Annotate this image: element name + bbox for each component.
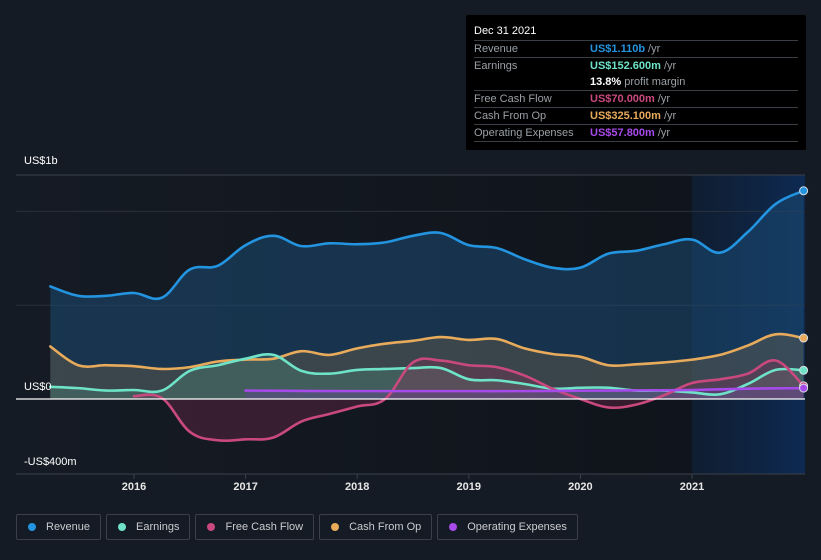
tooltip-value: US$325.100m: [590, 110, 661, 122]
tooltip-label: Operating Expenses: [474, 127, 574, 139]
legend-item-earnings[interactable]: Earnings: [106, 514, 191, 540]
tooltip-unit: /yr: [657, 93, 671, 105]
legend-dot-icon: [449, 523, 458, 531]
tooltip: Dec 31 2021 Revenue US$1.110b /yr Earnin…: [466, 15, 806, 150]
tooltip-value: US$57.800m: [590, 127, 655, 139]
legend-dot-icon: [28, 523, 36, 531]
profit-margin-label: profit margin: [624, 76, 686, 88]
legend-label: Cash From Op: [349, 521, 422, 533]
cash-from-op-end-point[interactable]: [799, 333, 809, 343]
x-tick-label: 2019: [456, 481, 482, 493]
tooltip-unit: /yr: [648, 43, 661, 55]
tooltip-label: Revenue: [474, 43, 519, 55]
x-tick-label: 2017: [233, 481, 258, 493]
tooltip-row-fcf: Free Cash Flow US$70.000m /yr: [474, 91, 798, 108]
legend-dot-icon: [331, 523, 340, 531]
legend-label: Earnings: [136, 521, 180, 533]
profit-margin-value: 13.8%: [590, 76, 622, 88]
legend-item-operating-expenses[interactable]: Operating Expenses: [437, 514, 578, 540]
revenue-end-point[interactable]: [799, 186, 809, 196]
x-tick-label: 2016: [121, 481, 147, 493]
tooltip-row-opex: Operating Expenses US$57.800m /yr: [474, 125, 798, 142]
tooltip-row-earnings: Earnings US$152.600m /yr: [474, 58, 798, 74]
x-tick-label: 2021: [679, 481, 705, 493]
legend: Revenue Earnings Free Cash Flow Cash Fro…: [16, 514, 578, 540]
x-tick-label: 2020: [568, 481, 593, 493]
tooltip-row-margin: 13.8% profit margin: [474, 74, 798, 91]
tooltip-label: Earnings: [474, 60, 518, 72]
tooltip-value: US$70.000m: [590, 93, 655, 105]
y-label-bottom: -US$400m: [24, 456, 77, 468]
tooltip-row-cfo: Cash From Op US$325.100m /yr: [474, 108, 798, 125]
legend-label: Revenue: [46, 521, 91, 533]
tooltip-label: Cash From Op: [474, 110, 547, 122]
y-label-top: US$1b: [24, 155, 58, 167]
legend-item-revenue[interactable]: Revenue: [16, 514, 102, 540]
tooltip-label: Free Cash Flow: [474, 93, 552, 105]
legend-dot-icon: [207, 523, 216, 531]
tooltip-row-revenue: Revenue US$1.110b /yr: [474, 41, 798, 58]
legend-item-free-cash-flow[interactable]: Free Cash Flow: [195, 514, 315, 540]
tooltip-spacer: [474, 74, 590, 90]
earnings-end-point[interactable]: [799, 365, 809, 375]
tooltip-value: US$1.110b: [590, 43, 646, 55]
legend-dot-icon: [118, 523, 127, 531]
legend-label: Free Cash Flow: [225, 521, 304, 533]
tooltip-value: US$152.600m: [590, 60, 661, 72]
y-label-zero: US$0: [24, 381, 52, 393]
operating-expenses-end-point[interactable]: [799, 383, 809, 393]
tooltip-unit: /yr: [657, 127, 671, 139]
legend-label: Operating Expenses: [467, 521, 567, 533]
legend-item-cash-from-op[interactable]: Cash From Op: [319, 514, 433, 540]
tooltip-date: Dec 31 2021: [474, 22, 798, 41]
x-tick-label: 2018: [344, 481, 370, 493]
tooltip-unit: /yr: [663, 60, 677, 72]
tooltip-unit: /yr: [663, 110, 677, 122]
